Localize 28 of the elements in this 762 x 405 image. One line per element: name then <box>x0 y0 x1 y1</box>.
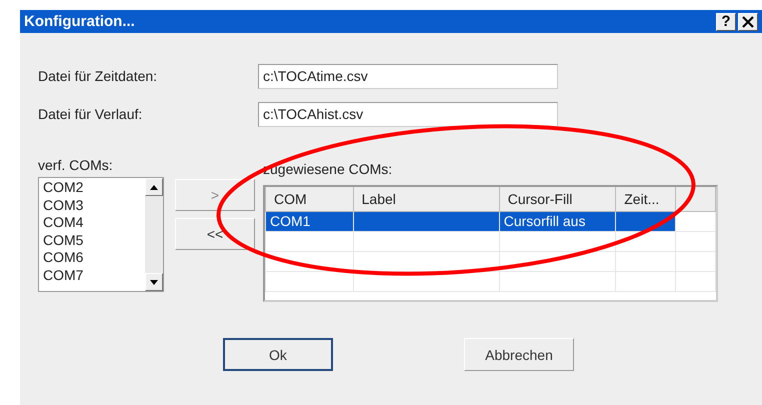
scrollbar[interactable] <box>145 178 163 291</box>
table-cell[interactable] <box>676 211 716 231</box>
input-field[interactable]: c:\TOCAtime.csv <box>258 64 558 88</box>
help-button[interactable]: ? <box>716 12 736 30</box>
list-item[interactable]: COM4 <box>43 214 141 232</box>
table-cell[interactable]: COM1 <box>266 211 354 231</box>
list-item[interactable]: COM7 <box>43 266 141 284</box>
scroll-down-icon[interactable] <box>145 273 163 291</box>
input-field[interactable]: c:\TOCAhist.csv <box>258 102 558 126</box>
close-button[interactable] <box>738 12 758 30</box>
list-item[interactable]: COM6 <box>43 249 141 266</box>
close-icon <box>742 16 754 28</box>
list-label: verf. COMs: <box>38 157 114 175</box>
list-item[interactable]: COM3 <box>43 196 141 214</box>
table-cell[interactable]: Cursorfill aus <box>499 211 616 231</box>
cancel-button[interactable]: Abbrechen <box>464 338 574 371</box>
remove-button[interactable]: << <box>175 218 255 250</box>
list-item[interactable]: COM2 <box>43 179 141 196</box>
scroll-up-icon[interactable] <box>145 178 163 196</box>
column-header[interactable]: Label <box>362 190 396 207</box>
com-listbox[interactable]: COM2 COM3 COM4 COM5 COM6 COM7 <box>38 177 164 292</box>
window-title: Konfiguration... <box>24 13 136 30</box>
table-label: zugewiesene COMs: <box>263 161 394 179</box>
field-label: Datei für Zeitdaten: <box>38 68 158 84</box>
ok-button[interactable]: Ok <box>223 338 333 371</box>
field-label: Datei für Verlauf: <box>38 106 144 122</box>
table-cell[interactable] <box>353 211 500 231</box>
list-item[interactable]: COM5 <box>43 232 141 249</box>
